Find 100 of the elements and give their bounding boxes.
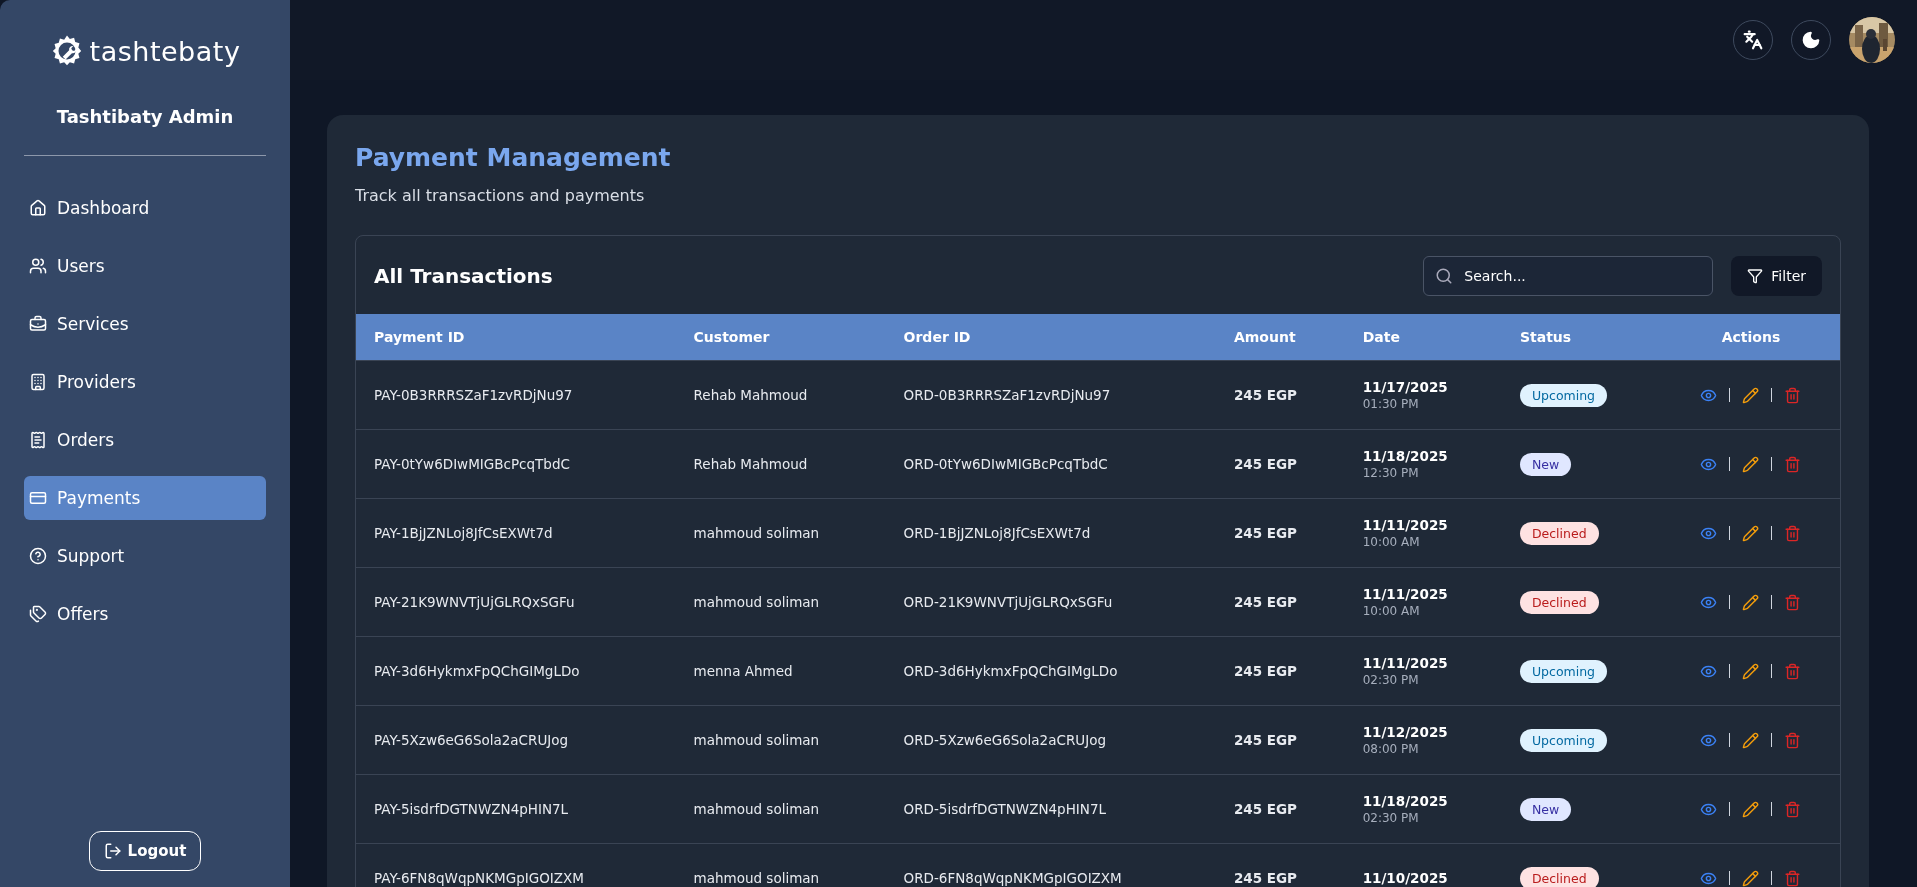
filter-icon [1747, 268, 1764, 284]
delete-button[interactable] [1784, 593, 1802, 611]
table-cell: 245 EGP [1215, 774, 1345, 844]
nav-item[interactable]: Support [24, 534, 266, 578]
date-text: 11/18/2025 [1362, 793, 1449, 809]
table-cell: ORD-0tYw6DIwMIGBcPcqTbdC [885, 429, 1216, 499]
nav-item[interactable]: Services [24, 302, 266, 346]
table-cell: PAY-5isdrfDGTNWZN4pHIN7L [356, 774, 676, 844]
table-cell: ORD-6FN8qWqpNKMGpIGOIZXM [885, 843, 1216, 887]
column-header: Date [1344, 314, 1502, 361]
trash-icon [1784, 662, 1802, 680]
date-text: 11/11/2025 [1362, 517, 1449, 533]
delete-button[interactable] [1784, 386, 1802, 404]
table-cell: PAY-0tYw6DIwMIGBcPcqTbdC [356, 429, 676, 499]
date-text: 11/10/2025 [1362, 870, 1449, 886]
column-header: Order ID [885, 314, 1216, 361]
delete-button[interactable] [1784, 731, 1802, 749]
help-icon [29, 547, 47, 565]
trash-icon [1784, 731, 1802, 749]
table-cell: Rehab Mahmoud [675, 429, 886, 499]
time-text: 12:30 PM [1362, 466, 1420, 480]
delete-button[interactable] [1784, 455, 1802, 473]
status-badge: Upcoming [1519, 383, 1608, 407]
status-badge: Declined [1519, 521, 1599, 545]
home-icon [29, 199, 47, 217]
table-cell: mahmoud soliman [675, 843, 886, 887]
trash-icon [1784, 800, 1802, 818]
date-text: 11/18/2025 [1362, 448, 1449, 464]
pencil-icon [1742, 593, 1760, 611]
nav-item[interactable]: Payments [24, 476, 266, 520]
column-header: Actions [1661, 314, 1840, 361]
delete-button[interactable] [1784, 524, 1802, 542]
logout-icon [103, 842, 122, 860]
edit-button[interactable] [1742, 593, 1760, 611]
status-badge: Declined [1519, 590, 1599, 614]
receipt-icon [29, 431, 47, 449]
edit-button[interactable] [1742, 731, 1760, 749]
table-cell: PAY-0B3RRRSZaF1zvRDjNu97 [356, 360, 676, 430]
table-cell: PAY-6FN8qWqpNKMGpIGOIZXM [356, 843, 676, 887]
edit-button[interactable] [1742, 524, 1760, 542]
panel-title: All Transactions [374, 264, 554, 288]
time-text: 10:00 AM [1362, 604, 1421, 618]
edit-button[interactable] [1742, 386, 1760, 404]
admin-title: Tashtibaty Admin [56, 106, 234, 127]
pencil-icon [1742, 455, 1760, 473]
nav-item[interactable]: Offers [24, 592, 266, 636]
delete-button[interactable] [1784, 800, 1802, 818]
table-cell: ORD-3d6HykmxFpQChGIMgLDo [885, 636, 1216, 706]
delete-button[interactable] [1784, 662, 1802, 680]
trash-icon [1784, 524, 1802, 542]
edit-button[interactable] [1742, 662, 1760, 680]
status-badge: Upcoming [1519, 728, 1608, 752]
translate-icon [1743, 30, 1763, 50]
logout-button[interactable]: Logout [88, 831, 202, 871]
logo-text: tashtebaty [89, 35, 241, 67]
status-badge: New [1519, 797, 1572, 821]
trash-icon [1784, 869, 1802, 887]
date-text: 11/11/2025 [1362, 655, 1449, 671]
edit-button[interactable] [1742, 869, 1760, 887]
table-cell: PAY-5Xzw6eG6Sola2aCRUJog [356, 705, 676, 775]
time-text: 02:30 PM [1362, 673, 1420, 687]
building-icon [29, 373, 47, 391]
date-text: 11/11/2025 [1362, 586, 1449, 602]
time-text: 02:30 PM [1362, 811, 1420, 825]
table-cell: 245 EGP [1215, 705, 1345, 775]
trash-icon [1784, 593, 1802, 611]
column-header: Customer [675, 314, 886, 361]
table-cell: 245 EGP [1215, 567, 1345, 637]
trash-icon [1784, 386, 1802, 404]
briefcase-icon [29, 315, 47, 333]
pencil-icon [1742, 800, 1760, 818]
nav-item[interactable]: Dashboard [24, 186, 266, 230]
delete-button[interactable] [1784, 869, 1802, 887]
edit-button[interactable] [1742, 800, 1760, 818]
table-cell: 245 EGP [1215, 843, 1345, 887]
time-text: 08:00 PM [1362, 742, 1420, 756]
column-header: Amount [1215, 314, 1345, 361]
time-text: 10:00 AM [1362, 535, 1421, 549]
table-cell: mahmoud soliman [675, 567, 886, 637]
table-cell: mahmoud soliman [675, 774, 886, 844]
search-field[interactable]: Search... [1423, 256, 1714, 296]
edit-button[interactable] [1742, 455, 1760, 473]
table-cell: ORD-5Xzw6eG6Sola2aCRUJog [885, 705, 1216, 775]
table-cell: PAY-3d6HykmxFpQChGIMgLDo [356, 636, 676, 706]
nav-item[interactable]: Providers [24, 360, 266, 404]
table-cell: ORD-1BjJZNLoj8JfCsEXWt7d [885, 498, 1216, 568]
table-cell: mahmoud soliman [675, 498, 886, 568]
nav-item[interactable]: Orders [24, 418, 266, 462]
time-text: 01:30 PM [1362, 397, 1420, 411]
moon-icon [1801, 30, 1821, 50]
credit-card-icon [29, 489, 47, 507]
date-text: 11/17/2025 [1362, 379, 1449, 395]
table-cell: ORD-5isdrfDGTNWZN4pHIN7L [885, 774, 1216, 844]
tag-icon [29, 605, 47, 623]
filter-button[interactable]: Filter [1731, 256, 1822, 296]
table-cell: ORD-0B3RRRSZaF1zvRDjNu97 [885, 360, 1216, 430]
column-header: Payment ID [356, 314, 676, 361]
status-badge: Declined [1519, 866, 1599, 887]
nav-item[interactable]: Users [24, 244, 266, 288]
page-title: Payment Management [355, 143, 672, 172]
